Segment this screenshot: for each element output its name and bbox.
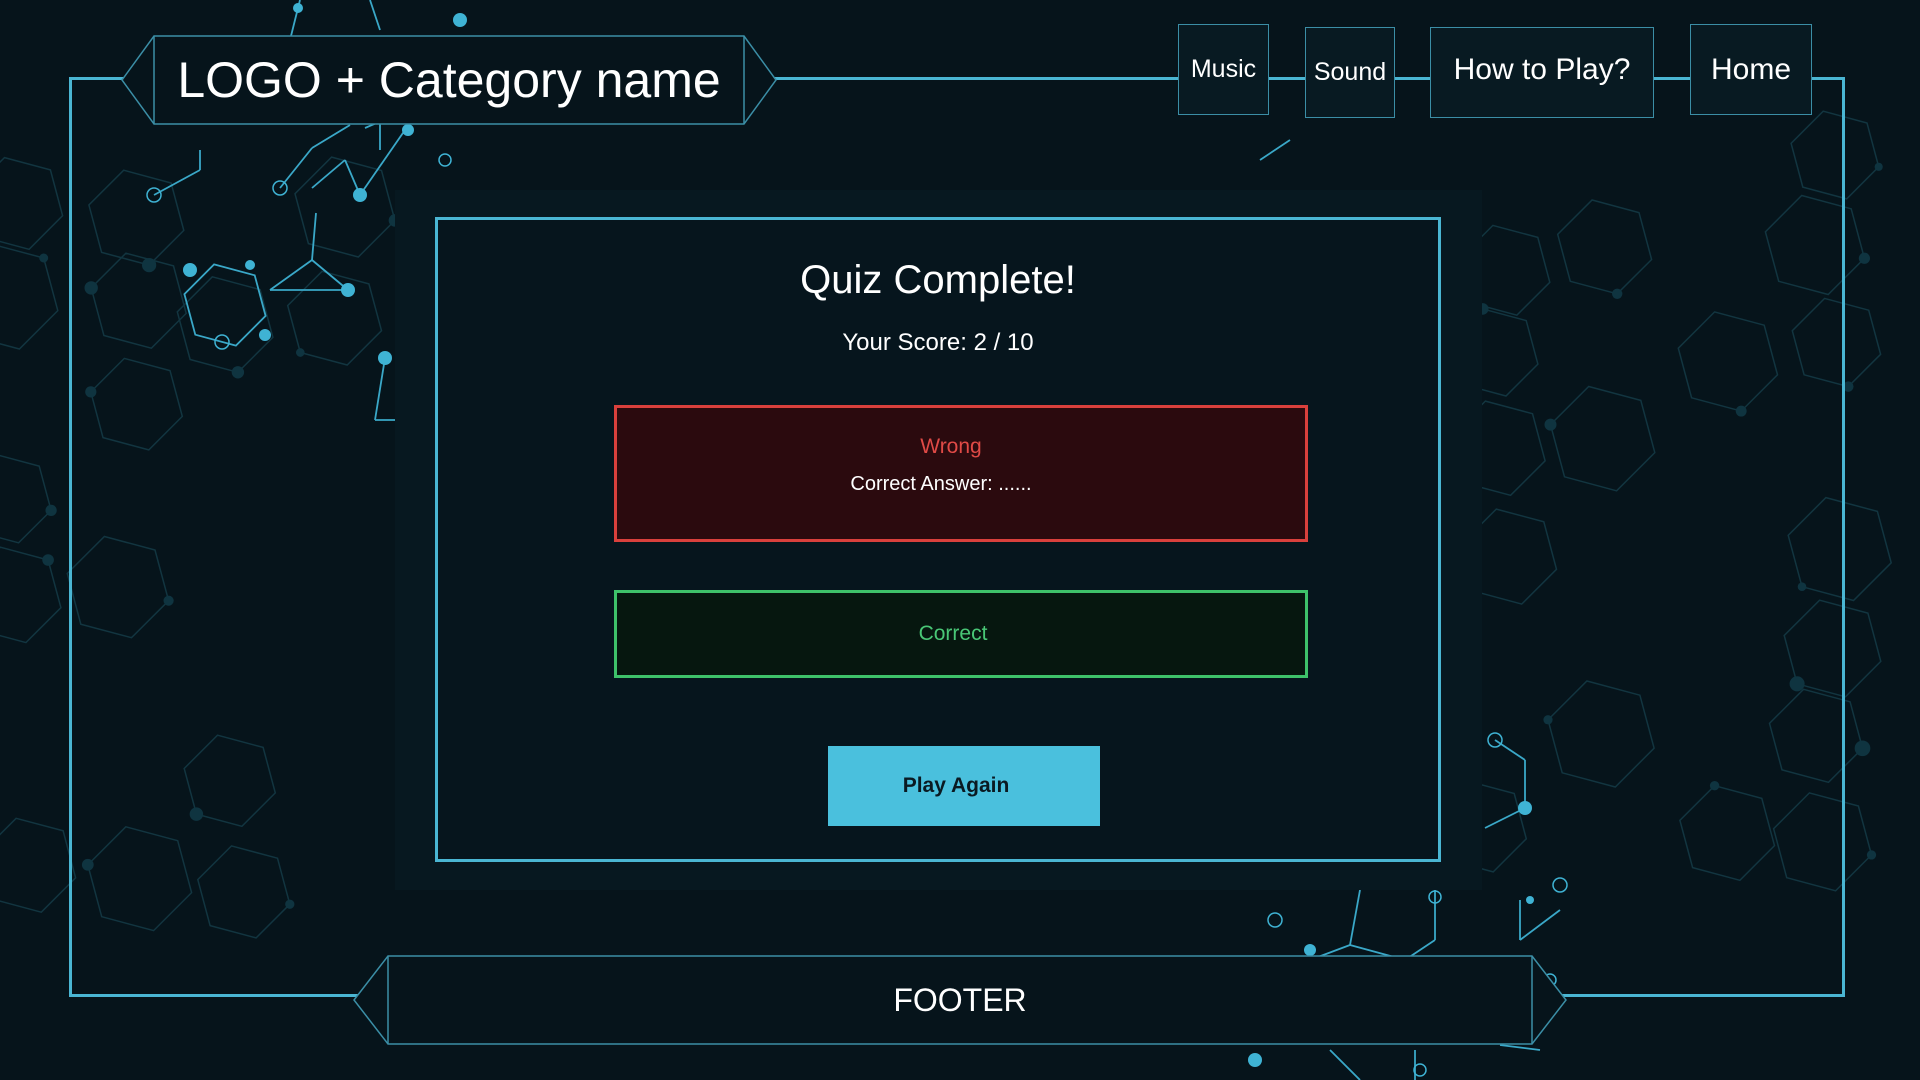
footer-text: FOOTER xyxy=(893,982,1027,1018)
wrong-status-label: Wrong xyxy=(920,435,982,458)
home-button[interactable]: Home xyxy=(1690,24,1812,115)
quiz-complete-title: Quiz Complete! xyxy=(800,258,1076,302)
score-text: Your Score: 2 / 10 xyxy=(842,329,1034,356)
correct-answer-card: Correct xyxy=(614,590,1308,678)
how-to-play-button[interactable]: How to Play? xyxy=(1430,27,1654,118)
sound-button[interactable]: Sound xyxy=(1305,27,1395,118)
logo-header: LOGO + Category name xyxy=(120,34,778,126)
wrong-answer-card: Wrong Correct Answer: ...... xyxy=(614,405,1308,542)
logo-category-name: LOGO + Category name xyxy=(177,52,721,108)
footer: FOOTER xyxy=(352,954,1568,1046)
music-button[interactable]: Music xyxy=(1178,24,1269,115)
results-panel: Quiz Complete! Your Score: 2 / 10 Wrong … xyxy=(435,217,1441,862)
play-again-button[interactable]: Play Again xyxy=(828,746,1100,826)
quiz-screen: LOGO + Category name Music Sound How to … xyxy=(0,0,1920,1080)
correct-status-label: Correct xyxy=(918,622,988,645)
correct-answer-text: Correct Answer: ...... xyxy=(850,473,1032,495)
